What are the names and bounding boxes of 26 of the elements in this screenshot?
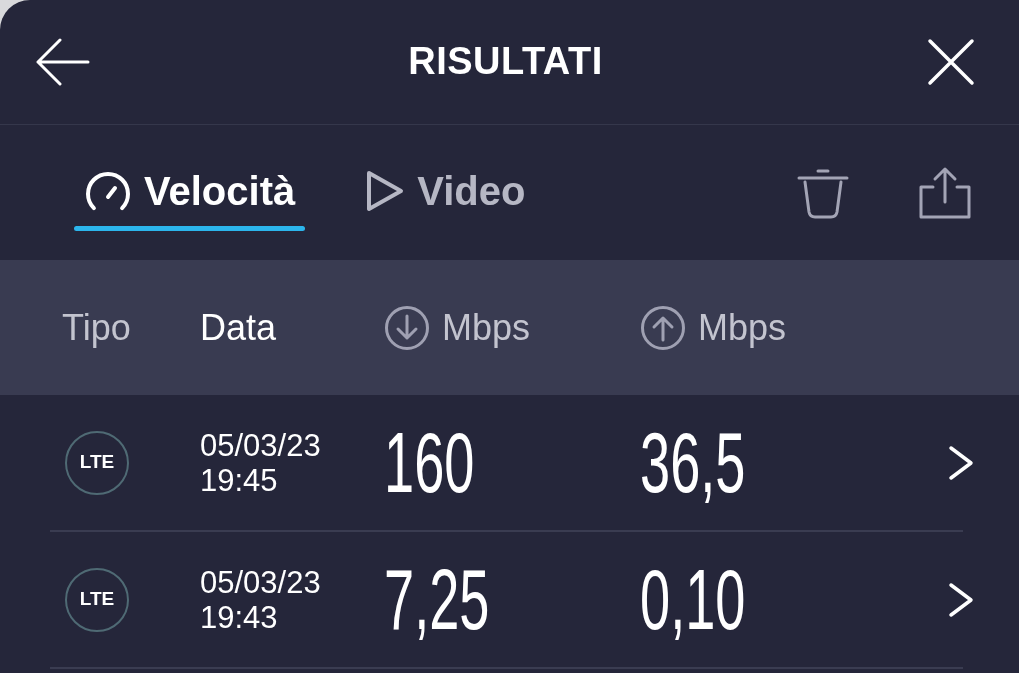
down-arrow-circle-icon	[384, 304, 430, 351]
upload-speed-value: 0,10	[640, 554, 746, 645]
time-text: 19:43	[200, 599, 278, 635]
upload-speed-value: 36,5	[640, 417, 746, 508]
chevron-right-icon[interactable]	[947, 580, 975, 619]
download-speed-value: 7,25	[384, 554, 490, 645]
tab[interactable]: Velocità	[74, 158, 306, 231]
chevron-right-icon[interactable]	[947, 443, 975, 482]
close-icon[interactable]	[927, 38, 975, 86]
play-icon	[365, 168, 406, 213]
up-arrow-circle-icon	[640, 304, 686, 351]
screen-title: RISULTATI	[408, 41, 603, 83]
speedometer-icon	[84, 169, 132, 212]
network-type-badge: LTE	[65, 567, 129, 632]
column-header[interactable]: Mbps	[698, 306, 787, 349]
date-text: 05/03/23	[200, 564, 321, 600]
date-text: 05/03/23	[200, 427, 321, 463]
time-text: 19:45	[200, 462, 278, 498]
column-header[interactable]: Data	[200, 306, 277, 349]
network-type-badge: LTE	[65, 430, 129, 495]
tab[interactable]: Video	[355, 158, 536, 231]
share-icon[interactable]	[918, 165, 972, 220]
column-header[interactable]: Tipo	[62, 306, 131, 349]
back-arrow-icon[interactable]	[36, 38, 90, 86]
column-header[interactable]: Mbps	[442, 306, 531, 349]
download-speed-value: 160	[384, 417, 475, 508]
